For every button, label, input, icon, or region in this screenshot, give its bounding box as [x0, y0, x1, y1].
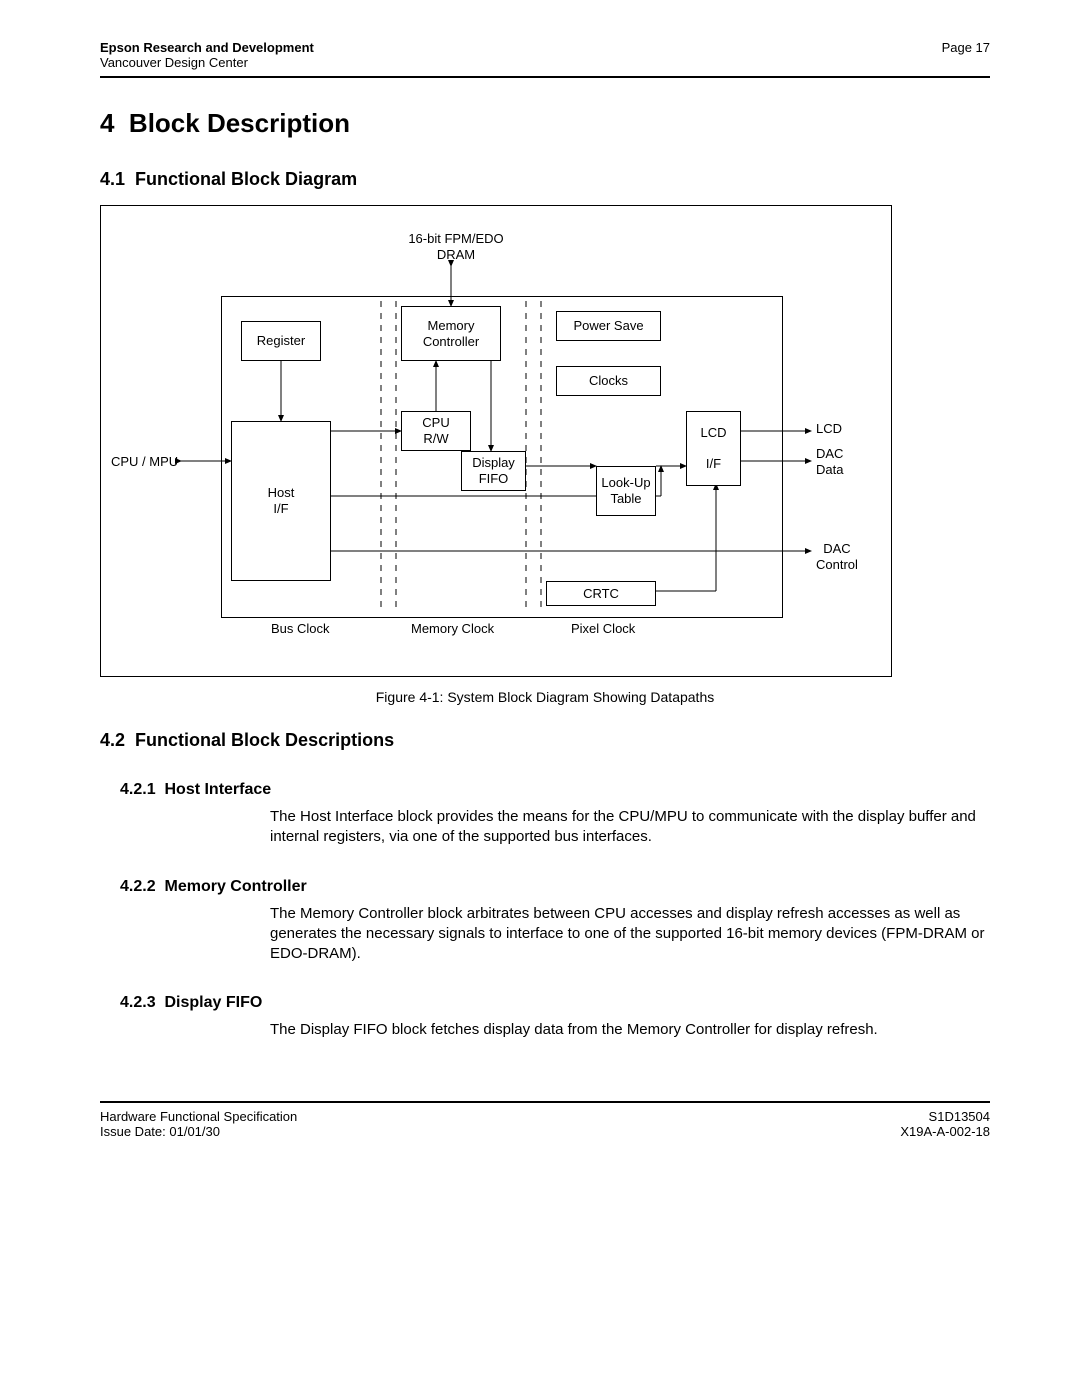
subsub-4-2-1-num: 4.2.1	[120, 781, 156, 798]
body-4-2-1: The Host Interface block provides the me…	[270, 807, 990, 848]
footer-part: S1D13504	[900, 1109, 990, 1124]
subsection-4-1: 4.1 Functional Block Diagram	[100, 169, 990, 190]
footer-doc-type: Hardware Functional Specification	[100, 1109, 297, 1124]
subsub-4-2-3: 4.2.3 Display FIFO	[120, 994, 990, 1012]
diagram-inner-frame	[221, 296, 783, 618]
label-cpu-mpu: CPU / MPU	[111, 454, 178, 470]
page: Epson Research and Development Vancouver…	[0, 0, 1080, 1179]
header-left: Epson Research and Development Vancouver…	[100, 40, 314, 70]
subsection-4-1-title: Functional Block Diagram	[135, 169, 357, 189]
label-bus-clock: Bus Clock	[271, 621, 330, 637]
body-4-2-3: The Display FIFO block fetches display d…	[270, 1020, 990, 1040]
footer-right: S1D13504 X19A-A-002-18	[900, 1109, 990, 1139]
header-dept: Vancouver Design Center	[100, 55, 314, 70]
section-number: 4	[100, 108, 114, 138]
section-title: Block Description	[129, 108, 350, 138]
page-number: Page 17	[942, 40, 990, 55]
label-dram: 16-bit FPM/EDO DRAM	[396, 231, 516, 262]
section-heading: 4 Block Description	[100, 108, 990, 139]
subsection-4-2: 4.2 Functional Block Descriptions	[100, 730, 990, 751]
page-header: Epson Research and Development Vancouver…	[100, 40, 990, 70]
subsection-4-2-num: 4.2	[100, 730, 125, 750]
header-org: Epson Research and Development	[100, 40, 314, 55]
footer-docnum: X19A-A-002-18	[900, 1124, 990, 1139]
label-out-lcd: LCD	[816, 421, 842, 437]
page-footer: Hardware Functional Specification Issue …	[100, 1109, 990, 1139]
label-pixel-clock: Pixel Clock	[571, 621, 635, 637]
header-rule	[100, 76, 990, 78]
label-memory-clock: Memory Clock	[411, 621, 494, 637]
label-out-dac-data: DAC Data	[816, 446, 843, 477]
footer-left: Hardware Functional Specification Issue …	[100, 1109, 297, 1139]
subsub-4-2-3-num: 4.2.3	[120, 994, 156, 1011]
subsub-4-2-2-num: 4.2.2	[120, 878, 156, 895]
figure-caption: Figure 4-1: System Block Diagram Showing…	[100, 689, 990, 705]
subsub-4-2-3-title: Display FIFO	[164, 994, 262, 1011]
subsection-4-2-title: Functional Block Descriptions	[135, 730, 394, 750]
subsub-4-2-1-title: Host Interface	[164, 781, 271, 798]
label-out-dac-ctrl: DAC Control	[816, 541, 858, 572]
subsub-4-2-2-title: Memory Controller	[164, 878, 306, 895]
body-4-2-2: The Memory Controller block arbitrates b…	[270, 904, 990, 965]
header-right: Page 17	[942, 40, 990, 55]
footer-rule	[100, 1101, 990, 1103]
subsub-4-2-2: 4.2.2 Memory Controller	[120, 878, 990, 896]
subsub-4-2-1: 4.2.1 Host Interface	[120, 781, 990, 799]
footer-issue-date: Issue Date: 01/01/30	[100, 1124, 297, 1139]
block-diagram: 16-bit FPM/EDO DRAM CPU / MPU Register H…	[100, 205, 892, 677]
subsection-4-1-num: 4.1	[100, 169, 125, 189]
